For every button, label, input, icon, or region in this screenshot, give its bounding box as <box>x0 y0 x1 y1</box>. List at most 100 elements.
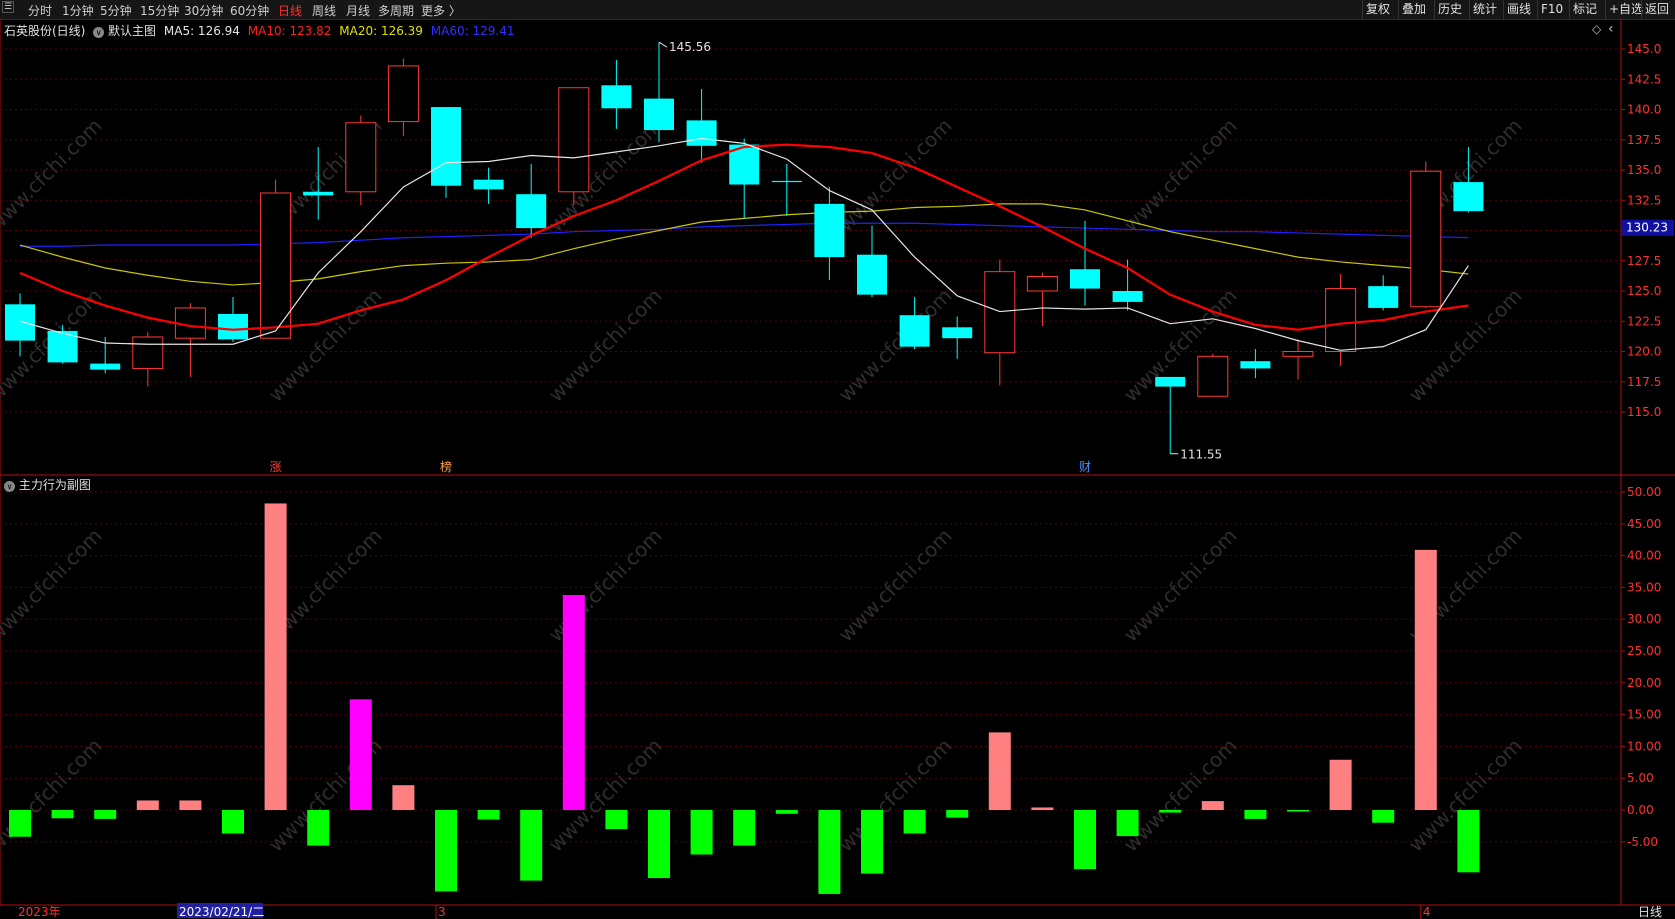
behavior-bar <box>1287 810 1309 812</box>
candle-body <box>5 304 35 341</box>
sub-tick-label: 35.00 <box>1627 580 1661 594</box>
watermark-text: www.cfchi.com <box>544 284 667 407</box>
behavior-bar <box>1414 549 1437 810</box>
watermark-text: www.cfchi.com <box>834 284 957 407</box>
behavior-bar <box>392 785 415 810</box>
behavior-bar <box>520 810 543 881</box>
behavior-bar <box>733 810 756 846</box>
price-tick-label: 135.0 <box>1627 163 1661 177</box>
behavior-bar <box>222 810 244 834</box>
watermark-text: www.cfchi.com <box>834 114 957 237</box>
sub-tick-label: 25.00 <box>1627 644 1661 658</box>
behavior-bar <box>1116 810 1139 837</box>
sub-tick-label: 0.00 <box>1627 803 1654 817</box>
candle-body <box>431 107 461 186</box>
behavior-bar <box>1201 801 1224 810</box>
diamond-icon: ◇ <box>1592 22 1602 36</box>
stock-chart[interactable]: www.cfchi.com www.cfchi.com www.cfchi.com w… <box>0 0 1675 919</box>
behavior-bar <box>307 810 330 846</box>
candle-body <box>1155 376 1186 387</box>
candle <box>857 225 887 298</box>
candle <box>260 179 292 339</box>
candle <box>174 303 206 377</box>
behavior-bar <box>861 810 883 874</box>
candle-body <box>1453 182 1484 212</box>
behavior-bar <box>818 810 841 894</box>
low-label: 111.55 <box>1180 448 1222 462</box>
behavior-bar <box>1031 807 1054 810</box>
sub-tick-label: 50.00 <box>1627 485 1661 499</box>
candle-body <box>90 363 121 370</box>
candle <box>558 87 590 206</box>
candle <box>601 59 632 129</box>
chevron-left-icon: ‹ <box>1608 21 1614 37</box>
price-tick-label: 115.0 <box>1627 405 1661 419</box>
candle-body <box>686 120 717 146</box>
date-label: 3 <box>438 905 446 919</box>
behavior-bar <box>1457 810 1480 873</box>
behavior-bar <box>988 732 1011 810</box>
behavior-bar <box>1074 810 1096 870</box>
behavior-bar <box>1329 759 1352 810</box>
candle <box>473 167 504 204</box>
candle-body <box>857 254 887 295</box>
candle <box>771 163 802 216</box>
sub-tick-label: 10.00 <box>1627 739 1661 753</box>
behavior-bar <box>690 810 713 855</box>
price-tick-label: 127.5 <box>1627 254 1661 268</box>
candle <box>516 163 547 238</box>
price-tick-label: 145.0 <box>1627 42 1661 56</box>
event-marker: 涨 <box>270 459 282 474</box>
behavior-bar <box>1244 810 1267 819</box>
watermark-text: www.cfchi.com <box>834 524 957 647</box>
behavior-bar <box>349 699 372 810</box>
candle-body <box>601 85 632 109</box>
high-label: 145.56 <box>669 40 711 54</box>
price-tick-label: 125.0 <box>1627 284 1661 298</box>
candle-body <box>942 327 973 339</box>
candle <box>984 259 1016 386</box>
behavior-bar <box>1159 810 1182 813</box>
sub-tick-label: 40.00 <box>1627 549 1661 563</box>
watermark-text: www.cfchi.com <box>1119 734 1242 857</box>
period-label: 日线 <box>1638 905 1662 919</box>
candle-body <box>1112 291 1143 302</box>
candle <box>1026 272 1058 327</box>
sub-tick-label: 20.00 <box>1627 676 1661 690</box>
candle <box>686 88 717 163</box>
behavior-bar <box>775 810 798 814</box>
candle <box>218 297 248 342</box>
candle <box>345 115 377 206</box>
price-tick-label: 140.0 <box>1627 103 1661 117</box>
candle <box>1282 339 1314 380</box>
candle-body <box>473 179 504 190</box>
candle <box>1197 353 1229 397</box>
watermark-text: www.cfchi.com <box>0 114 107 237</box>
behavior-bar <box>648 810 670 879</box>
candle-body <box>303 191 334 196</box>
candle-body <box>899 315 930 347</box>
date-label: 2023/02/21/二 <box>179 905 264 919</box>
watermark-text: www.cfchi.com <box>544 524 667 647</box>
behavior-bar <box>1372 810 1395 823</box>
date-label: 4 <box>1423 905 1431 919</box>
candle <box>1368 275 1399 311</box>
behavior-bar <box>264 503 287 810</box>
behavior-bar <box>9 810 31 837</box>
sub-tick-label: -5.00 <box>1627 835 1658 849</box>
date-label: 2023年 <box>18 905 61 919</box>
price-tick-label: 132.5 <box>1627 193 1661 207</box>
price-tick-label: 120.0 <box>1627 345 1661 359</box>
candle <box>1155 376 1186 454</box>
behavior-bar <box>94 810 117 819</box>
candle <box>431 107 461 198</box>
behavior-bar <box>179 800 202 810</box>
current-price-label: 130.23 <box>1626 221 1668 235</box>
watermark-text: www.cfchi.com <box>834 734 957 857</box>
sub-tick-label: 15.00 <box>1627 708 1661 722</box>
event-marker: 财 <box>1079 460 1091 474</box>
candle <box>1240 349 1271 379</box>
candle <box>814 186 845 281</box>
sub-tick-label: 30.00 <box>1627 612 1661 626</box>
behavior-bar <box>903 810 926 834</box>
